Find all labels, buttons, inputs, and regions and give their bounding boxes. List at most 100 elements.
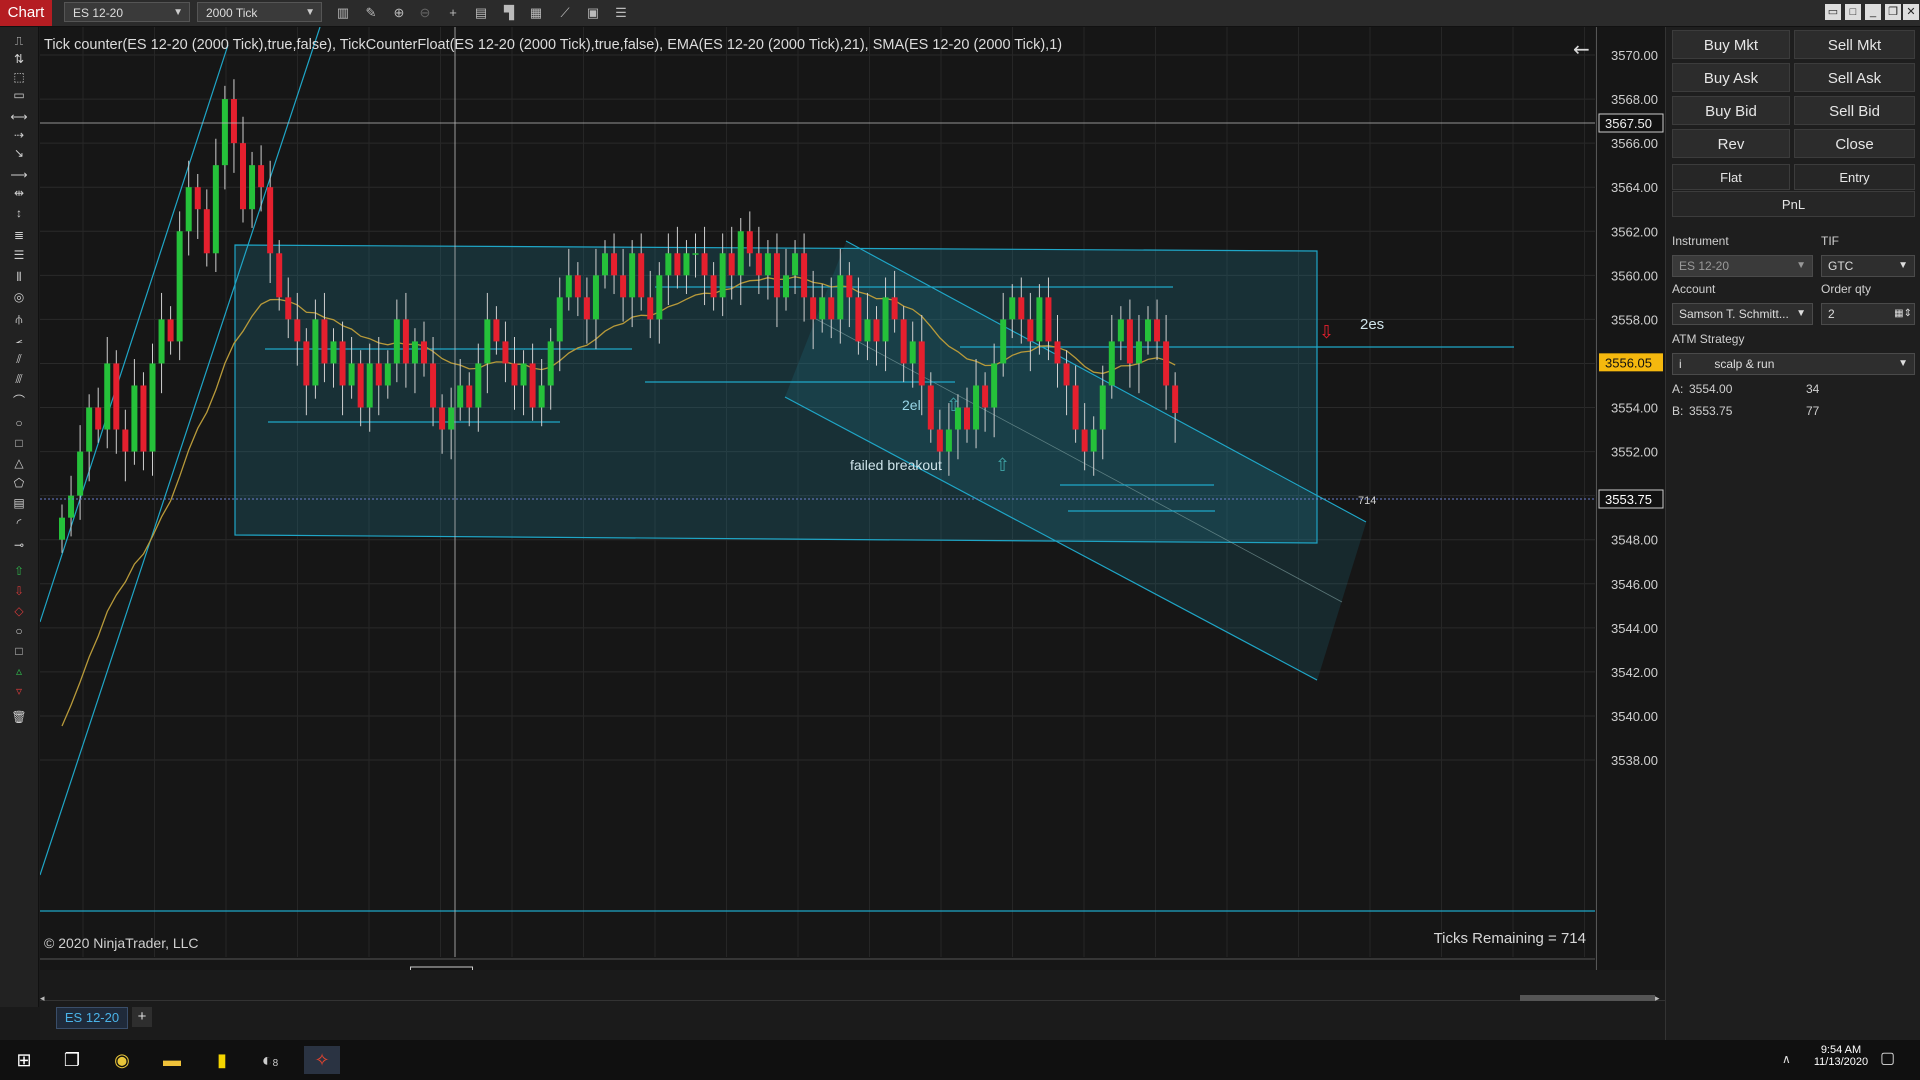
time-cycles-icon[interactable]: ⊸	[9, 537, 29, 553]
restore-icon[interactable]: ▭	[1825, 4, 1841, 20]
chart-tab[interactable]: Chart	[0, 0, 52, 26]
sticky-notes-icon[interactable]: ▮	[208, 1046, 236, 1074]
file-explorer-icon[interactable]: ▬	[158, 1046, 186, 1074]
info-icon[interactable]: i	[1679, 354, 1699, 374]
rectangle-icon[interactable]: □	[9, 435, 29, 451]
triangle-icon[interactable]: △	[9, 455, 29, 471]
fib-circle-icon[interactable]: ◎	[9, 289, 29, 305]
app-icon[interactable]: ◐8	[256, 1046, 284, 1074]
add-tab-button[interactable]: +	[132, 1007, 152, 1027]
price-tick-label: 3566.00	[1611, 136, 1658, 151]
order-qty-stepper[interactable]: 2 ▦⇕	[1821, 303, 1915, 325]
path-icon[interactable]: ◜	[9, 515, 29, 531]
chart-panel[interactable]: ⇧ ⇧ ⇩ 2el failed breakout 2es 714 Tick c…	[40, 27, 1595, 970]
instrument-field[interactable]: ES 12-20 ▼	[1672, 255, 1813, 277]
ellipse-icon[interactable]: ○	[9, 415, 29, 431]
buy-market-button[interactable]: Buy Mkt	[1672, 30, 1790, 59]
maximize2-icon[interactable]: ❐	[1885, 4, 1901, 20]
sell-bid-button[interactable]: Sell Bid	[1794, 96, 1915, 125]
chart-tab-es[interactable]: ES 12-20	[56, 1007, 128, 1029]
windows-start-icon[interactable]: ⊞	[10, 1046, 38, 1074]
candle-down	[810, 297, 817, 320]
price-axis[interactable]: 3570.00 3568.00 3566.00 3564.00 3562.00 3560.…	[1596, 27, 1665, 970]
trendline-1[interactable]	[40, 44, 229, 623]
maximize-icon[interactable]: □	[1845, 4, 1861, 20]
annotation-2el[interactable]: 2el	[902, 397, 921, 413]
candle-up	[973, 385, 980, 430]
reverse-button[interactable]: Rev	[1672, 129, 1790, 158]
arrow-down-icon[interactable]: ⇩	[9, 583, 29, 599]
chrome-icon[interactable]: ◉	[108, 1046, 136, 1074]
sell-ask-button[interactable]: Sell Ask	[1794, 63, 1915, 92]
polygon-icon[interactable]: ⬠	[9, 475, 29, 491]
zoom-out-icon[interactable]: ⊖	[416, 4, 434, 22]
arrow-line-icon[interactable]: ⟶	[9, 167, 29, 183]
indicators-icon[interactable]: ▣	[584, 4, 602, 22]
list-icon[interactable]: ☰	[612, 4, 630, 22]
regression-channel-icon[interactable]: ⫽	[9, 351, 29, 367]
line-icon[interactable]: ⟷	[9, 109, 29, 125]
buy-bid-button[interactable]: Buy Bid	[1672, 96, 1790, 125]
zoom-in-icon[interactable]: ⊕	[390, 4, 408, 22]
trash-icon[interactable]: 🗑	[9, 709, 29, 725]
horizontal-scrollbar[interactable]	[1520, 995, 1655, 1001]
task-view-icon[interactable]: ❐	[58, 1046, 86, 1074]
crosshair-icon[interactable]: +	[444, 4, 462, 22]
candle-down	[1172, 385, 1179, 414]
templates-icon[interactable]: ▦	[527, 4, 545, 22]
candle-up	[411, 341, 418, 364]
sell-market-button[interactable]: Sell Mkt	[1794, 30, 1915, 59]
fib-extension-icon[interactable]: ☰	[9, 247, 29, 263]
scroll-left-icon[interactable]: ◂	[40, 993, 50, 1003]
ninjatrader-icon[interactable]: ✧	[304, 1046, 340, 1074]
atm-strategy-select[interactable]: i scalp & run ▼	[1672, 353, 1915, 375]
price-chart[interactable]: ⇧ ⇧ ⇩ 2el failed breakout 2es 714 Tick c…	[40, 27, 1595, 970]
close-icon[interactable]: ✕	[1903, 4, 1919, 20]
region-highlight-icon[interactable]: ▭	[9, 87, 29, 103]
andrews-pitchfork-icon[interactable]: ⫛	[9, 311, 29, 327]
strategies-icon[interactable]: ⟋	[556, 4, 574, 22]
arrow-up-icon[interactable]: ⇧	[9, 563, 29, 579]
horizontal-line-icon[interactable]: ⇹	[9, 185, 29, 201]
extended-line-icon[interactable]: ↘	[9, 145, 29, 161]
tray-chevron-icon[interactable]: ∧	[1782, 1052, 1791, 1066]
gann-fan-icon[interactable]: ⦟	[9, 331, 29, 347]
triangle-down-icon[interactable]: ▿	[9, 683, 29, 699]
ray-icon[interactable]: ⇢	[9, 127, 29, 143]
properties-icon[interactable]: ▜	[500, 4, 518, 22]
minimize-icon[interactable]: _	[1865, 4, 1881, 20]
close-position-button[interactable]: Close	[1794, 129, 1915, 158]
diamond-icon[interactable]: ◇	[9, 603, 29, 619]
buy-ask-button[interactable]: Buy Ask	[1672, 63, 1790, 92]
vertical-line-icon[interactable]: ↕	[9, 205, 29, 221]
data-box-icon[interactable]: ▤	[472, 4, 490, 22]
bar-type-icon[interactable]: ▥	[334, 4, 352, 22]
fib-retracement-icon[interactable]: ≣	[9, 227, 29, 243]
trend-channel-icon[interactable]: ⫻	[9, 371, 29, 387]
annotation-2es[interactable]: 2es	[1360, 316, 1384, 333]
candle-down	[583, 297, 590, 320]
candle-up	[77, 451, 84, 496]
scroll-right-icon[interactable]: ▸	[1655, 993, 1665, 1003]
dot-icon[interactable]: ○	[9, 623, 29, 639]
interval-selector[interactable]: 2000 Tick ▼	[197, 2, 322, 22]
tif-select[interactable]: GTC ▼	[1821, 255, 1915, 277]
instrument-selector[interactable]: ES 12-20 ▼	[64, 2, 190, 22]
region-icon[interactable]: ⬚	[9, 69, 29, 85]
triangle-up-icon[interactable]: ▵	[9, 663, 29, 679]
annotation-failed-breakout[interactable]: failed breakout	[850, 457, 942, 473]
draw-pencil-icon[interactable]: ✎	[362, 4, 380, 22]
chevron-down-icon: ▼	[173, 7, 183, 18]
text-icon[interactable]: ▤	[9, 495, 29, 511]
clock[interactable]: 9:54 AM 11/13/2020	[1806, 1044, 1876, 1068]
stepper-icon[interactable]: ▦⇕	[1894, 304, 1912, 324]
ruler-icon[interactable]: ⎍	[9, 33, 29, 49]
tif-select-value: GTC	[1828, 259, 1854, 273]
fib-time-icon[interactable]: ⦀	[9, 269, 29, 285]
back-arrow-icon[interactable]: ←	[1573, 37, 1590, 61]
account-select[interactable]: Samson T. Schmitt... ▼	[1672, 303, 1813, 325]
arc-icon[interactable]: ⌒	[9, 393, 29, 409]
square-icon[interactable]: □	[9, 643, 29, 659]
risk-reward-icon[interactable]: ⇅	[9, 51, 29, 67]
notification-icon[interactable]: ▢	[1880, 1048, 1895, 1068]
